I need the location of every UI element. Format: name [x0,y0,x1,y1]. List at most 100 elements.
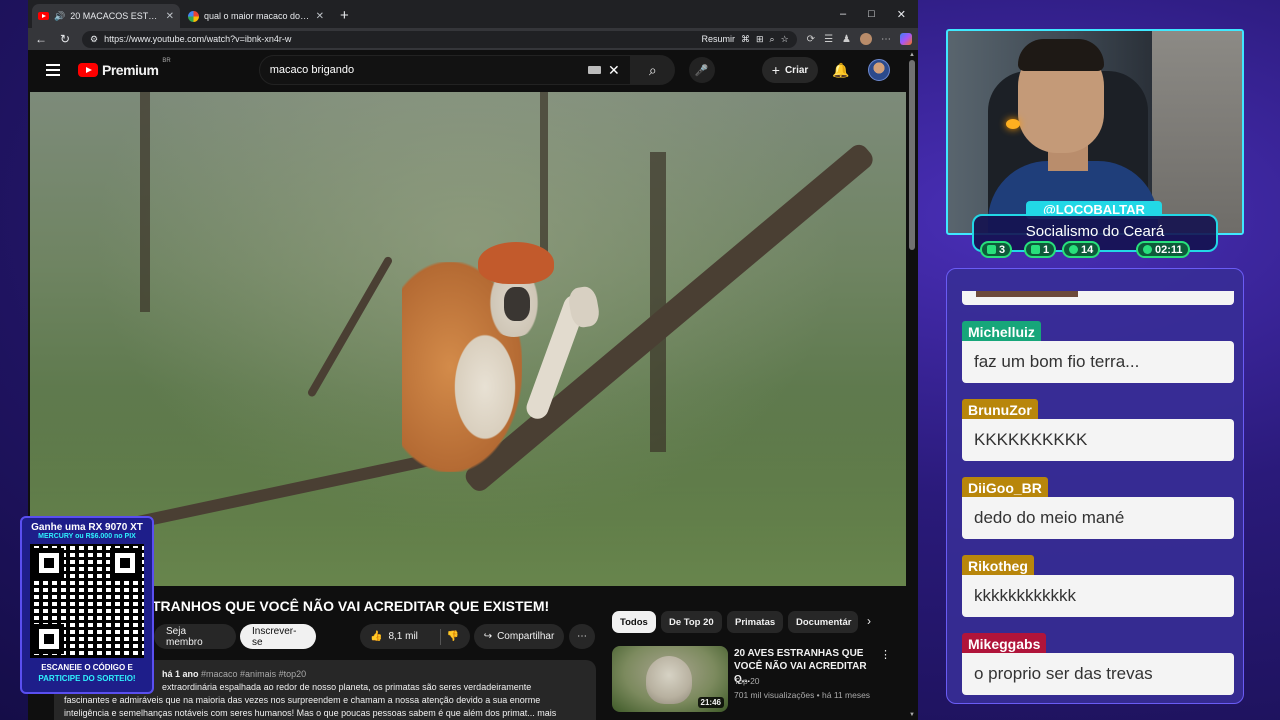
back-icon[interactable]: ← [34,32,48,46]
video-duration: 21:46 [697,697,724,708]
zoom-icon[interactable]: ⌕ [770,34,775,45]
chat-username: DiiGoo_BR [962,477,1048,499]
clear-search-icon[interactable]: ✕ [608,62,620,79]
recommended-channel[interactable]: Top 20 [734,676,760,686]
video-frame-monkey-cap [478,242,554,284]
favorites-icon[interactable]: ☰ [824,34,833,45]
new-tab-button[interactable]: + [332,7,357,28]
dislike-icon[interactable]: 👎 [447,631,459,642]
chip-documentarios[interactable]: Documentár [788,611,858,633]
stat-value: 14 [1081,243,1094,256]
create-label: Criar [784,64,809,76]
search-button[interactable]: ⌕ [630,55,675,85]
subscribe-button[interactable]: Inscrever-se [240,624,316,649]
youtube-masthead: Premium BR macaco brigando ✕ ⌕ 🎤 + Criar… [28,50,908,90]
minimize-button[interactable]: – [840,8,846,21]
site-info-icon[interactable]: ⚙ [90,34,98,45]
hamburger-menu-icon[interactable] [46,64,60,76]
chevron-right-icon[interactable]: › [867,614,871,628]
youtube-play-icon [78,63,98,77]
cam-wall [1152,31,1242,233]
video-frame-tree [540,92,548,272]
voice-search-button[interactable]: 🎤 [688,57,715,83]
search-query: macaco brigando [269,64,355,76]
maximize-button[interactable]: □ [868,8,875,21]
giveaway-qr-overlay: Ganhe uma RX 9070 XT MERCURY ou R$6.000 … [20,516,154,694]
stat-value: 1 [1043,243,1050,256]
bookmark-star-icon[interactable]: ☆ [781,34,789,45]
window-controls: – □ ✕ [840,8,918,28]
account-avatar[interactable] [867,59,890,81]
youtube-premium-logo[interactable]: Premium BR [78,58,171,78]
video-frame-tree [650,152,666,452]
search-input[interactable]: macaco brigando ✕ [258,55,631,85]
close-tab-icon[interactable]: ✕ [316,11,324,22]
page-scrollbar[interactable]: ▲ ▼ [908,52,916,720]
chat-message: faz um bom fio terra... [962,341,1234,383]
share-icon: ↪ [483,631,493,642]
close-tab-icon[interactable]: ✕ [166,11,174,22]
more-dots-icon: ⋯ [577,631,587,642]
extension-icon[interactable]: ♟ [842,34,851,45]
scroll-up-icon[interactable]: ▲ [909,52,915,58]
summarize-button[interactable]: Resumir [701,34,735,44]
stat-value: 02:11 [1155,243,1183,256]
chip-todos[interactable]: Todos [612,611,656,633]
close-window-button[interactable]: ✕ [897,8,906,21]
keyboard-icon[interactable] [588,66,602,74]
tab-youtube-video[interactable]: 🔊 20 MACACOS ESTRANHOS Q ✕ [32,4,180,28]
apps-icon[interactable]: ⊞ [756,34,764,45]
like-icon[interactable]: 👍 [370,631,382,642]
url-text[interactable]: https://www.youtube.com/watch?v=ibnk-xn4… [104,34,291,44]
video-title: TRANHOS QUE VOCÊ NÃO VAI ACREDITAR QUE E… [152,598,550,614]
join-button[interactable]: Seja membro [154,624,236,649]
reload-icon[interactable]: ↻ [58,32,72,46]
video-player[interactable] [30,92,906,586]
video-frame-branch [306,255,394,398]
copilot-icon[interactable] [900,33,912,45]
chat-icon [987,245,996,254]
chat-panel: Michelluiz faz um bom fio terra... Brunu… [946,268,1244,704]
extensions-icon[interactable]: ⟳ [807,34,815,45]
video-frame-tree [140,92,150,312]
like-count[interactable]: 8,1 mil [388,631,417,642]
hashtags[interactable]: #macaco #animais #top20 [201,669,306,679]
search-icon: ⌕ [648,61,657,78]
description-line: inteligência e semelhanças notáveis com … [64,708,557,718]
cam-lamp [1006,119,1020,129]
recommendation-menu-icon[interactable]: ⋮ [880,648,891,661]
tab-label: 20 MACACOS ESTRANHOS Q [70,11,161,21]
more-actions-button[interactable]: ⋯ [569,624,595,649]
video-frame-monkey-chest [450,327,520,447]
stat-chat: 3 [980,241,1013,258]
address-bar[interactable]: ⚙ https://www.youtube.com/watch?v=ibnk-x… [82,30,797,48]
recommended-video-thumbnail[interactable]: 21:46 [612,646,728,712]
video-frame-monkey-face [504,287,530,321]
share-button[interactable]: ↪ Compartilhar [474,624,564,649]
qr-code [30,544,144,658]
chip-primatas[interactable]: Primatas [727,611,784,633]
plus-icon: + [771,62,780,78]
chat-message: kkkkkkkkkkkk [962,575,1234,617]
scroll-down-icon[interactable]: ▼ [909,712,915,718]
chip-de-top-20[interactable]: De Top 20 [661,611,722,633]
speaker-icon[interactable]: 🔊 [54,11,65,22]
chat-message: o proprio ser das trevas [962,653,1234,695]
notifications-bell-icon[interactable]: 🔔 [832,62,849,79]
scrollbar-thumb[interactable] [909,60,915,250]
translate-icon[interactable]: ⌘ [741,34,750,45]
tab-google-search[interactable]: qual o maior macaco do mundo ✕ [182,4,330,28]
tab-strip: 🔊 20 MACACOS ESTRANHOS Q ✕ qual o maior … [28,0,918,28]
profile-avatar-icon[interactable] [860,33,872,45]
chat-message: KKKKKKKKKK [962,419,1234,461]
youtube-icon [1031,245,1040,254]
stat-viewers: 14 [1062,241,1101,258]
clock-icon [1143,245,1152,254]
share-label: Compartilhar [497,631,555,642]
chat-username: Rikotheg [962,555,1034,577]
create-button[interactable]: + Criar [761,57,819,83]
chat-username: Mikeggabs [962,633,1047,655]
region-code: BR [162,58,171,64]
menu-dots-icon[interactable]: ⋯ [881,34,891,45]
qr-finder [34,548,64,578]
